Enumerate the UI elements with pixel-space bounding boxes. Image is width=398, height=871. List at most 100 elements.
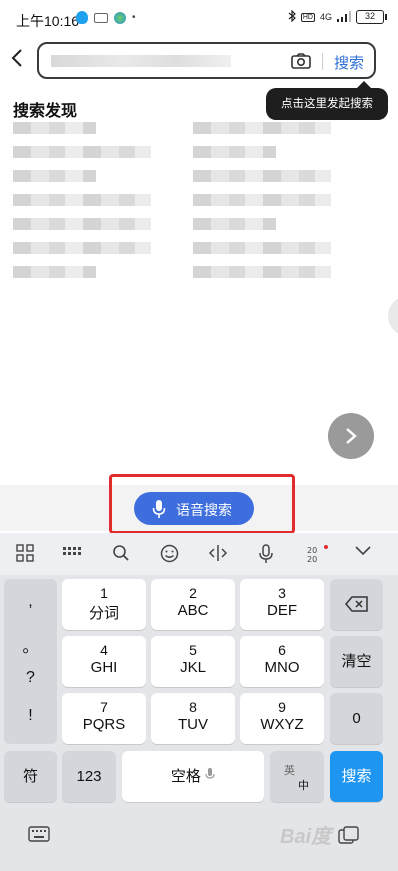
lang-top-label: 英 — [284, 765, 295, 777]
hd-icon: HD — [300, 12, 315, 22]
discover-column-right — [193, 122, 331, 317]
key-7[interactable]: 7 PQRS — [62, 693, 146, 744]
lang-bottom-label: 中 — [298, 780, 309, 792]
list-item[interactable] — [193, 122, 331, 134]
status-time: 上午10:16 — [16, 13, 80, 29]
key-letters: JKL — [180, 659, 206, 676]
status-bar: 上午10:16 • HD 4G 32 — [0, 0, 398, 38]
list-item[interactable] — [13, 218, 151, 230]
cursor-move-icon[interactable] — [208, 544, 228, 564]
key-letters: TUV — [178, 716, 208, 733]
keyboard-switch-icon[interactable] — [28, 826, 50, 847]
more-dot-icon: • — [132, 12, 136, 23]
keyboard-search-button[interactable]: 搜索 — [330, 751, 383, 802]
grid-menu-icon[interactable] — [16, 544, 36, 564]
clear-button[interactable]: 清空 — [330, 636, 383, 687]
list-item[interactable] — [13, 242, 151, 254]
key-1[interactable]: 1 分词 — [62, 579, 146, 630]
key-letters: DEF — [267, 602, 297, 619]
key-9[interactable]: 9 WXYZ — [240, 693, 324, 744]
qq-icon — [76, 11, 88, 24]
camera-icon[interactable] — [291, 53, 311, 69]
emoji-icon[interactable] — [160, 544, 180, 564]
punct-question[interactable]: ? — [4, 669, 57, 687]
app-notify-icon — [114, 11, 126, 24]
key-number: 5 — [189, 642, 197, 658]
key-number: 3 — [278, 585, 286, 601]
list-item[interactable] — [193, 146, 276, 158]
voice-input-icon[interactable] — [258, 544, 278, 564]
notification-2020-icon[interactable]: 20 20 — [306, 544, 328, 564]
key-5[interactable]: 5 JKL — [151, 636, 235, 687]
list-item[interactable] — [193, 194, 331, 206]
key-2[interactable]: 2 ABC — [151, 579, 235, 630]
keyboard-toolbar: 20 20 — [0, 533, 398, 575]
keyboard-bottom-bar — [0, 808, 398, 871]
backspace-icon — [344, 596, 368, 612]
key-number: 7 — [100, 699, 108, 715]
key-letters: PQRS — [82, 716, 126, 733]
key-8[interactable]: 8 TUV — [151, 693, 235, 744]
discover-column-left — [13, 122, 151, 317]
key-letters: GHI — [90, 659, 118, 676]
list-item[interactable] — [13, 146, 151, 158]
chevron-down-icon[interactable] — [354, 544, 374, 564]
key-number: 4 — [100, 642, 108, 658]
list-item[interactable] — [193, 242, 331, 254]
next-page-button[interactable] — [328, 413, 374, 459]
symbol-button[interactable]: 符 — [4, 751, 57, 802]
notification-icons: • — [76, 11, 136, 24]
punct-comma[interactable]: , — [4, 593, 57, 611]
backspace-button[interactable] — [330, 579, 383, 630]
number-mode-button[interactable]: 123 — [62, 751, 116, 802]
key-6[interactable]: 6 MNO — [240, 636, 324, 687]
list-item[interactable] — [13, 194, 151, 206]
discover-list-redacted — [13, 122, 373, 322]
language-toggle-button[interactable]: 英 中 — [270, 751, 324, 802]
list-item[interactable] — [193, 218, 276, 230]
microphone-icon — [152, 499, 166, 522]
discover-title: 搜索发现 — [13, 103, 78, 120]
punct-period[interactable]: 。 — [4, 633, 57, 657]
list-item[interactable] — [13, 170, 96, 182]
key-letters: MNO — [264, 659, 300, 676]
back-arrow-icon[interactable] — [10, 48, 30, 72]
voice-search-button[interactable]: 语音搜索 — [134, 492, 254, 525]
search-tooltip: 点击这里发起搜索 — [266, 81, 388, 120]
key-number: 9 — [278, 699, 286, 715]
key-3[interactable]: 3 DEF — [240, 579, 324, 630]
key-4[interactable]: 4 GHI — [62, 636, 146, 687]
keyboard-layout-icon[interactable] — [62, 544, 82, 564]
watermark-logo: Bai度 — [280, 826, 332, 848]
space-label: 空格 — [170, 768, 201, 785]
voice-search-label: 语音搜索 — [176, 502, 232, 518]
key-letters: WXYZ — [260, 716, 304, 733]
side-handle[interactable] — [388, 296, 398, 336]
network-label: 4G — [319, 12, 332, 22]
search-button[interactable]: 搜索 — [334, 52, 364, 73]
list-item[interactable] — [193, 170, 331, 182]
search-icon[interactable] — [112, 544, 132, 564]
key-number: 6 — [278, 642, 286, 658]
search-query-redacted — [51, 55, 231, 67]
punct-exclaim[interactable]: ! — [4, 707, 57, 725]
clipboard-icon[interactable] — [338, 826, 360, 849]
battery-icon: 32 — [356, 10, 387, 24]
space-button[interactable]: 空格 — [122, 751, 264, 802]
list-item[interactable] — [193, 266, 331, 278]
svg-text:20: 20 — [307, 555, 317, 564]
key-number: 8 — [189, 699, 197, 715]
key-number: 1 — [100, 585, 108, 601]
key-number: 2 — [189, 585, 197, 601]
status-right: HD 4G 32 — [288, 9, 387, 24]
search-input[interactable]: 搜索 — [37, 42, 376, 79]
svg-text:20: 20 — [307, 546, 317, 555]
bluetooth-icon — [288, 9, 296, 24]
key-letters: ABC — [177, 602, 209, 619]
list-item[interactable] — [13, 122, 96, 134]
key-0[interactable]: 0 — [330, 693, 383, 744]
list-item[interactable] — [13, 266, 96, 278]
keyboard-notify-icon — [94, 12, 108, 23]
key-letters: 分词 — [88, 605, 119, 622]
punctuation-column[interactable]: , 。 ? ! — [4, 579, 57, 744]
